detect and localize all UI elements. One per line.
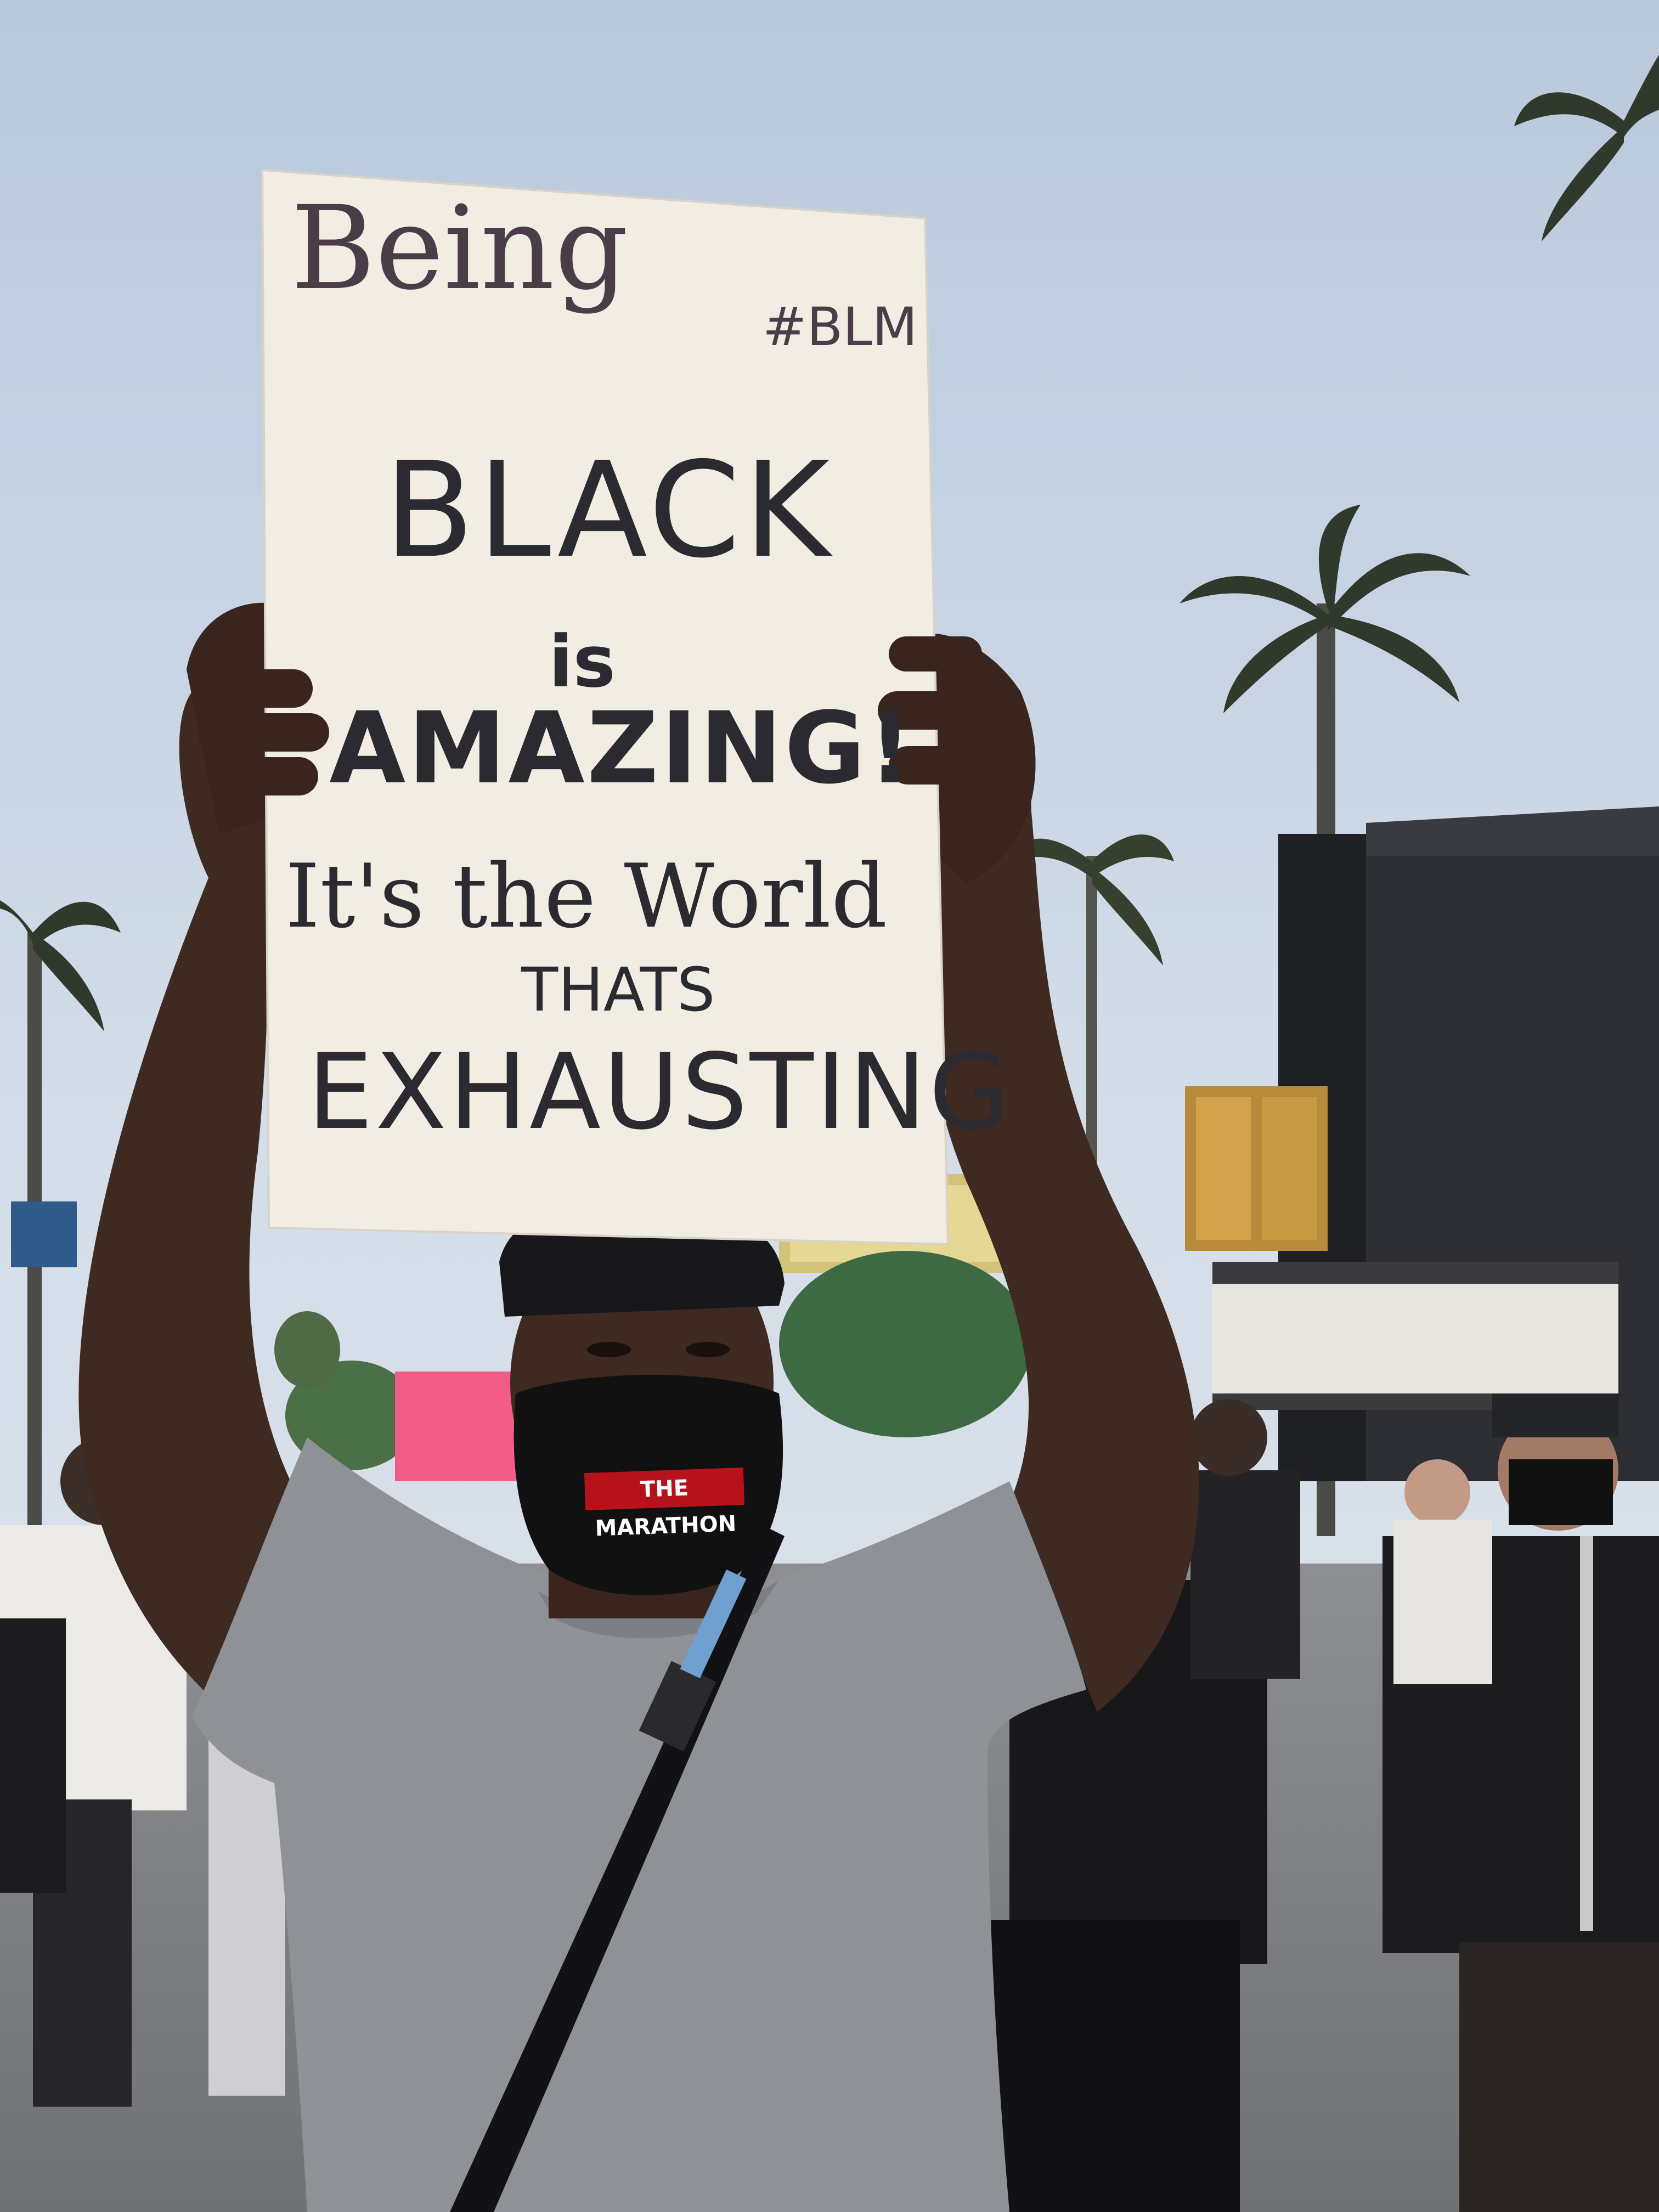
sign-line-being: Being — [291, 181, 629, 315]
pink-sign — [395, 1372, 516, 1481]
sign-line-thats: THATS — [521, 955, 715, 1025]
sign-hashtag: #BLM — [763, 296, 918, 358]
sign-line-amazing: AMAZING! — [329, 691, 915, 806]
mask-label: THE MARATHON — [584, 1467, 745, 1541]
sign-line-world: It's the World — [285, 845, 888, 947]
sign-line-exhausting: EXHAUSTING — [307, 1031, 1012, 1153]
sign-line-black: BLACK — [384, 433, 833, 587]
eye-left — [587, 1342, 631, 1357]
eye-right — [686, 1342, 730, 1357]
tree — [779, 1251, 1031, 1437]
street-sign — [11, 1201, 77, 1267]
